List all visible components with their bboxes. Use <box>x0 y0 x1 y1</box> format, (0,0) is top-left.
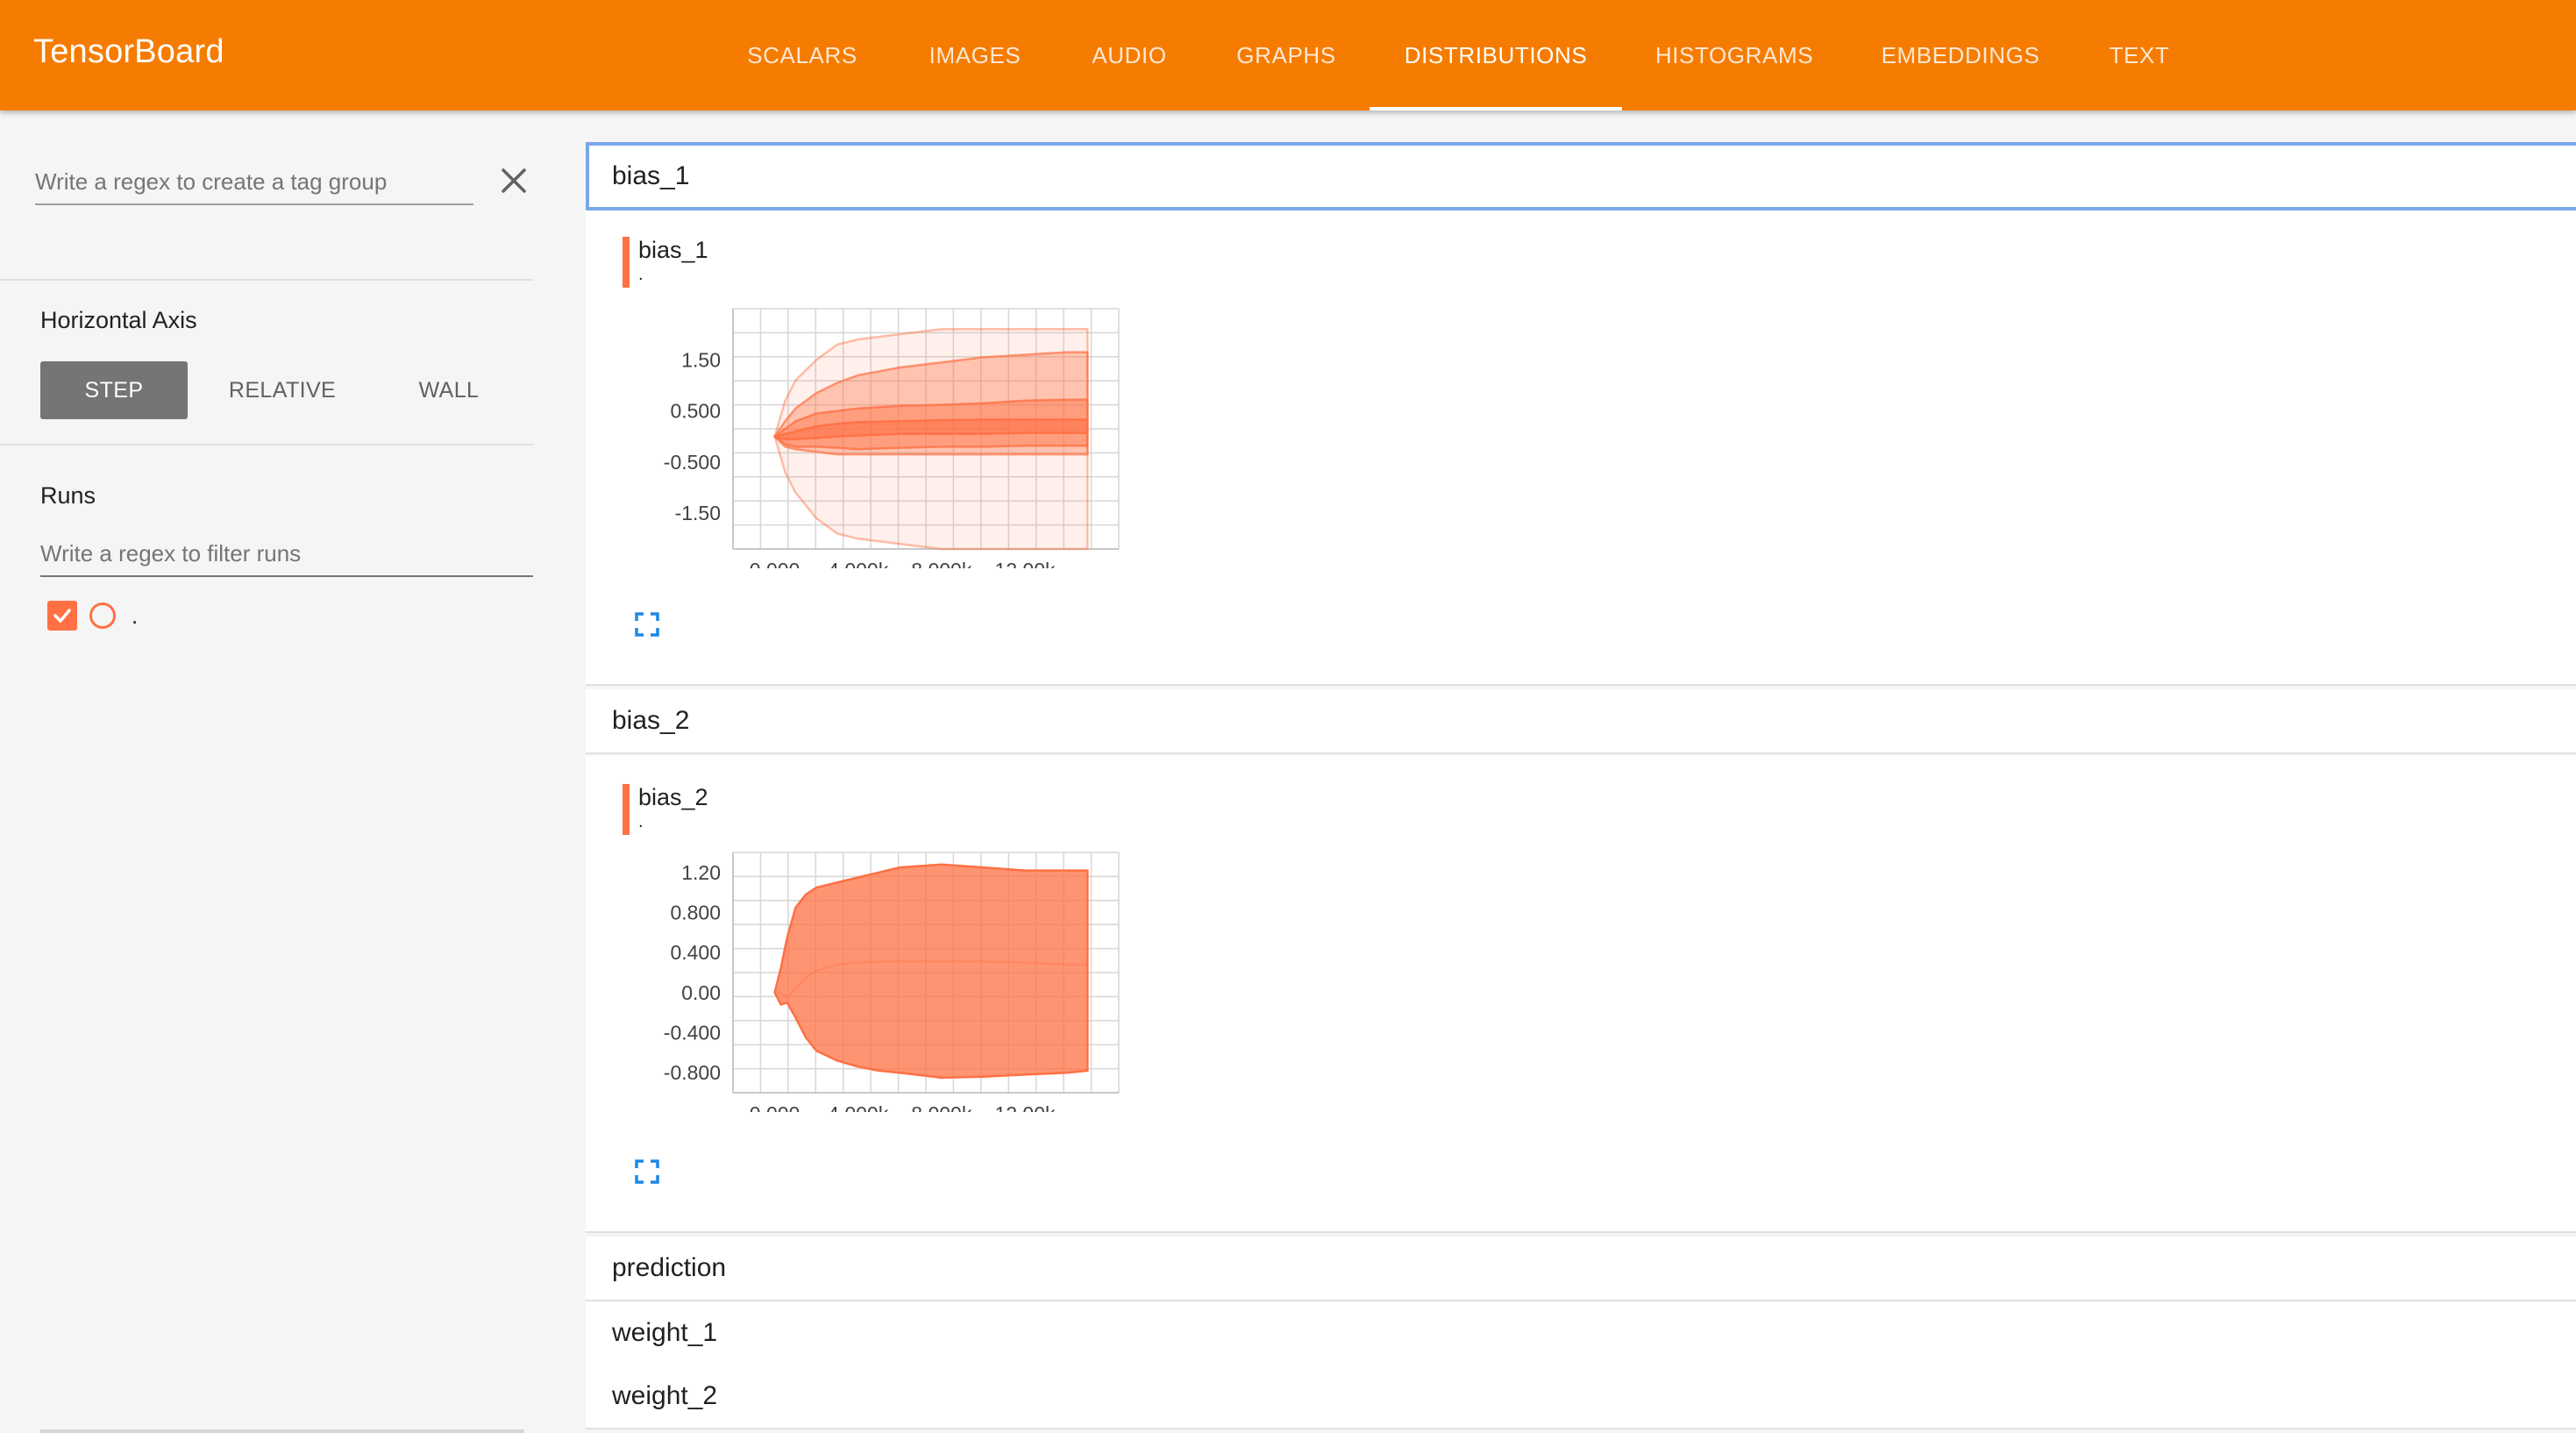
distribution-chart-bias-2: 1.20 0.800 0.400 0.00 -0.400 -0.800 0.000 4.000… <box>664 852 1120 1112</box>
tab-scalars[interactable]: SCALARS <box>737 0 868 111</box>
x-tick-label: 12.00k <box>994 1102 1056 1112</box>
fullscreen-icon[interactable] <box>633 610 661 638</box>
y-tick-label: 0.00 <box>681 981 721 1004</box>
tab-histograms[interactable]: HISTOGRAMS <box>1640 0 1829 111</box>
run-item: . <box>47 598 138 633</box>
group-header-weight-2[interactable]: weight_2 <box>586 1365 2576 1429</box>
runs-title: Runs <box>40 482 96 509</box>
tab-text[interactable]: TEXT <box>2087 0 2192 111</box>
group-name: weight_1 <box>612 1318 718 1347</box>
y-tick-label: 1.50 <box>681 348 721 371</box>
group-header-bias-1[interactable]: bias_1 <box>586 142 2576 210</box>
run-color-radio[interactable] <box>89 602 116 629</box>
top-toolbar: TensorBoard SCALARS IMAGES AUDIO GRAPHS … <box>0 0 2576 111</box>
card-run-name: . <box>638 812 644 831</box>
x-tick-label: 0.000 <box>750 1102 801 1112</box>
y-tick-label: 0.500 <box>670 400 721 423</box>
sidebar-scroll-edge <box>40 1429 524 1433</box>
run-name: . <box>132 602 139 629</box>
group-name: bias_1 <box>612 161 690 190</box>
tab-images[interactable]: IMAGES <box>903 0 1047 111</box>
y-tick-label: -1.50 <box>675 502 721 524</box>
active-tab-indicator <box>1370 107 1622 111</box>
y-tick-label: -0.800 <box>664 1061 721 1084</box>
run-color-bar <box>623 237 630 288</box>
x-tick-label: 8.000k <box>911 1102 972 1112</box>
x-tick-label: 4.000k <box>828 559 889 568</box>
tag-group-regex-input[interactable] <box>35 168 473 196</box>
app-title: TensorBoard <box>33 33 224 70</box>
tab-label: SCALARS <box>747 41 857 68</box>
axis-wall-button[interactable]: WALL <box>377 361 521 419</box>
distribution-chart-bias-1: 1.50 0.500 -0.500 -1.50 0.000 4.000k 8.000k 12.… <box>664 308 1120 568</box>
y-tick-label: 0.800 <box>670 902 721 924</box>
main-panel: bias_1 bias_1 . 1.50 0.500 -0.500 -1.50 0.00… <box>586 111 2576 1433</box>
fullscreen-icon[interactable] <box>633 1158 661 1186</box>
run-filter-field <box>40 531 533 577</box>
axis-relative-button[interactable]: RELATIVE <box>210 361 354 419</box>
group-body-bias-1: bias_1 . 1.50 0.500 -0.500 -1.50 0.000 4.000k… <box>586 210 2576 686</box>
group-name: weight_2 <box>612 1381 718 1410</box>
distribution-band-1 <box>773 863 1089 1080</box>
card-title: bias_1 <box>638 237 708 263</box>
sidebar: Horizontal Axis STEP RELATIVE WALL Runs … <box>0 111 561 1433</box>
tab-embeddings[interactable]: EMBEDDINGS <box>1866 0 2055 111</box>
y-tick-label: 0.400 <box>670 941 721 964</box>
tab-label: HISTOGRAMS <box>1654 41 1814 68</box>
tab-distributions[interactable]: DISTRIBUTIONS <box>1370 0 1622 111</box>
card-run-name: . <box>638 265 644 284</box>
tab-label: TEXT <box>2109 41 2170 68</box>
card-title: bias_2 <box>638 784 708 810</box>
sidebar-divider <box>0 444 533 446</box>
checkmark-icon <box>53 609 71 623</box>
tab-label: IMAGES <box>929 41 1021 68</box>
tag-group-field <box>35 163 473 205</box>
tab-label: AUDIO <box>1092 41 1167 68</box>
x-tick-label: 4.000k <box>828 1102 889 1112</box>
y-tick-label: 1.20 <box>681 861 721 884</box>
group-name: bias_2 <box>612 706 690 735</box>
group-body-bias-2: bias_2 . 1.20 0.800 0.400 0.00 -0.400 -0.800 0… <box>586 756 2576 1233</box>
axis-step-button[interactable]: STEP <box>40 361 188 419</box>
x-tick-label: 0.000 <box>750 559 801 568</box>
group-header-weight-1[interactable]: weight_1 <box>586 1301 2576 1366</box>
tab-graphs[interactable]: GRAPHS <box>1220 0 1352 111</box>
run-checkbox[interactable] <box>47 601 77 631</box>
x-tick-label: 8.000k <box>911 559 972 568</box>
group-header-prediction[interactable]: prediction <box>586 1237 2576 1301</box>
tab-label: GRAPHS <box>1236 41 1336 68</box>
tab-audio[interactable]: AUDIO <box>1071 0 1187 111</box>
run-color-bar <box>623 784 630 835</box>
x-tick-label: 12.00k <box>994 559 1056 568</box>
tab-label: EMBEDDINGS <box>1881 41 2040 68</box>
tab-label: DISTRIBUTIONS <box>1404 41 1588 68</box>
group-header-bias-2[interactable]: bias_2 <box>586 689 2576 754</box>
horizontal-axis-title: Horizontal Axis <box>40 307 197 333</box>
close-icon[interactable] <box>496 163 531 198</box>
group-name: prediction <box>612 1253 727 1282</box>
y-tick-label: -0.400 <box>664 1022 721 1044</box>
sidebar-divider <box>0 279 533 281</box>
run-filter-input[interactable] <box>40 540 533 567</box>
y-tick-label: -0.500 <box>664 451 721 474</box>
